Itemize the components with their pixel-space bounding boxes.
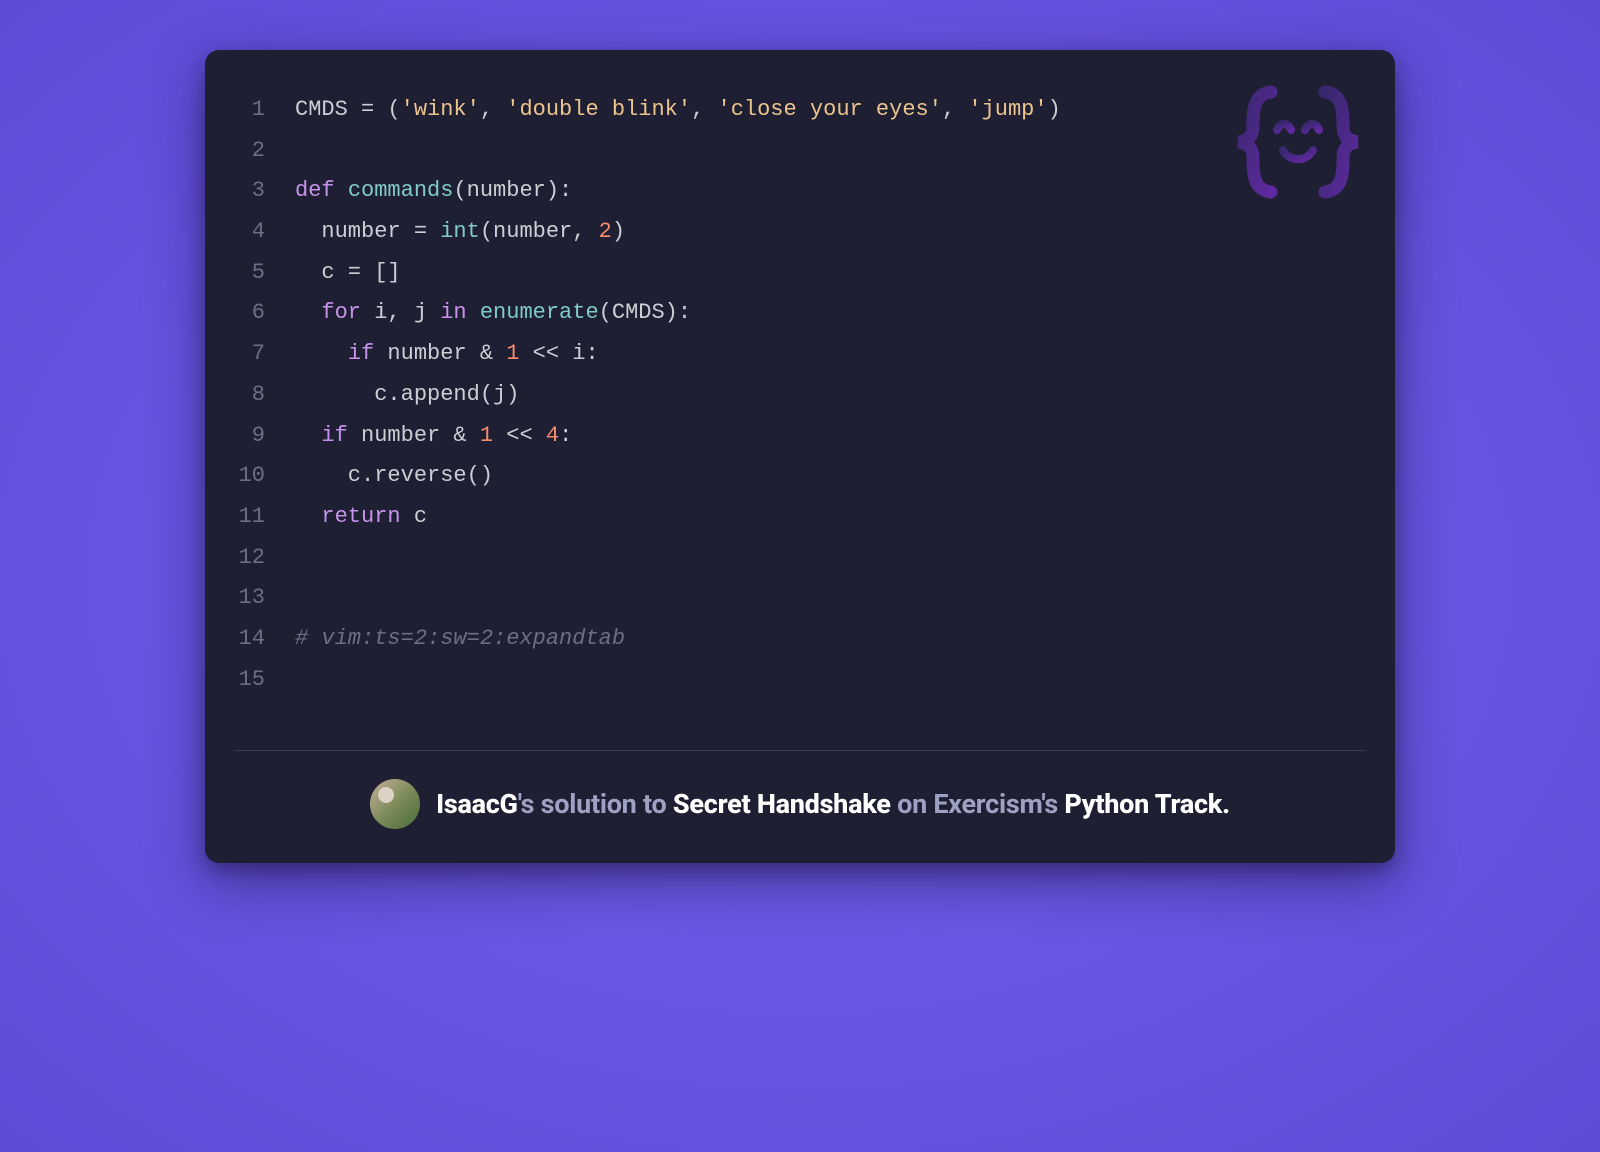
line-number: 4 bbox=[235, 212, 295, 253]
line-number: 9 bbox=[235, 416, 295, 457]
code-content: number = int(number, 2) bbox=[295, 212, 1355, 253]
code-content: c = [] bbox=[295, 253, 1355, 294]
code-line: 5 c = [] bbox=[235, 253, 1355, 294]
line-number: 10 bbox=[235, 456, 295, 497]
line-number: 7 bbox=[235, 334, 295, 375]
code-line: 15 bbox=[235, 660, 1355, 701]
attribution-text: IsaacG's solution to Secret Handshake on… bbox=[436, 788, 1230, 820]
code-content: CMDS = ('wink', 'double blink', 'close y… bbox=[295, 90, 1355, 131]
line-number: 5 bbox=[235, 253, 295, 294]
code-content bbox=[295, 538, 1355, 579]
code-line: 7 if number & 1 << i: bbox=[235, 334, 1355, 375]
code-line: 1CMDS = ('wink', 'double blink', 'close … bbox=[235, 90, 1355, 131]
code-content: # vim:ts=2:sw=2:expandtab bbox=[295, 619, 1355, 660]
code-line: 3def commands(number): bbox=[235, 171, 1355, 212]
code-line: 11 return c bbox=[235, 497, 1355, 538]
code-line: 12 bbox=[235, 538, 1355, 579]
code-content: for i, j in enumerate(CMDS): bbox=[295, 293, 1355, 334]
code-content: c.append(j) bbox=[295, 375, 1355, 416]
line-number: 1 bbox=[235, 90, 295, 131]
author-name: IsaacG bbox=[436, 788, 518, 820]
code-content: return c bbox=[295, 497, 1355, 538]
on-exercism-label: on Exercism's bbox=[891, 788, 1065, 820]
line-number: 13 bbox=[235, 578, 295, 619]
code-block: 1CMDS = ('wink', 'double blink', 'close … bbox=[205, 90, 1395, 750]
exercise-name: Secret Handshake bbox=[673, 788, 891, 820]
code-line: 14# vim:ts=2:sw=2:expandtab bbox=[235, 619, 1355, 660]
code-content: if number & 1 << i: bbox=[295, 334, 1355, 375]
code-content bbox=[295, 578, 1355, 619]
code-line: 9 if number & 1 << 4: bbox=[235, 416, 1355, 457]
code-line: 8 c.append(j) bbox=[235, 375, 1355, 416]
code-line: 10 c.reverse() bbox=[235, 456, 1355, 497]
code-line: 2 bbox=[235, 131, 1355, 172]
line-number: 8 bbox=[235, 375, 295, 416]
line-number: 12 bbox=[235, 538, 295, 579]
possessive: 's bbox=[518, 788, 541, 820]
code-line: 13 bbox=[235, 578, 1355, 619]
line-number: 3 bbox=[235, 171, 295, 212]
code-content: def commands(number): bbox=[295, 171, 1355, 212]
code-content bbox=[295, 131, 1355, 172]
code-card: 1CMDS = ('wink', 'double blink', 'close … bbox=[205, 50, 1395, 863]
track-name: Python Track. bbox=[1064, 788, 1229, 820]
code-content: c.reverse() bbox=[295, 456, 1355, 497]
code-content: if number & 1 << 4: bbox=[295, 416, 1355, 457]
line-number: 15 bbox=[235, 660, 295, 701]
line-number: 11 bbox=[235, 497, 295, 538]
line-number: 2 bbox=[235, 131, 295, 172]
code-line: 6 for i, j in enumerate(CMDS): bbox=[235, 293, 1355, 334]
line-number: 14 bbox=[235, 619, 295, 660]
attribution-footer: IsaacG's solution to Secret Handshake on… bbox=[205, 751, 1395, 863]
line-number: 6 bbox=[235, 293, 295, 334]
avatar bbox=[370, 779, 420, 829]
code-content bbox=[295, 660, 1355, 701]
solution-to-label: solution to bbox=[541, 788, 673, 820]
code-line: 4 number = int(number, 2) bbox=[235, 212, 1355, 253]
